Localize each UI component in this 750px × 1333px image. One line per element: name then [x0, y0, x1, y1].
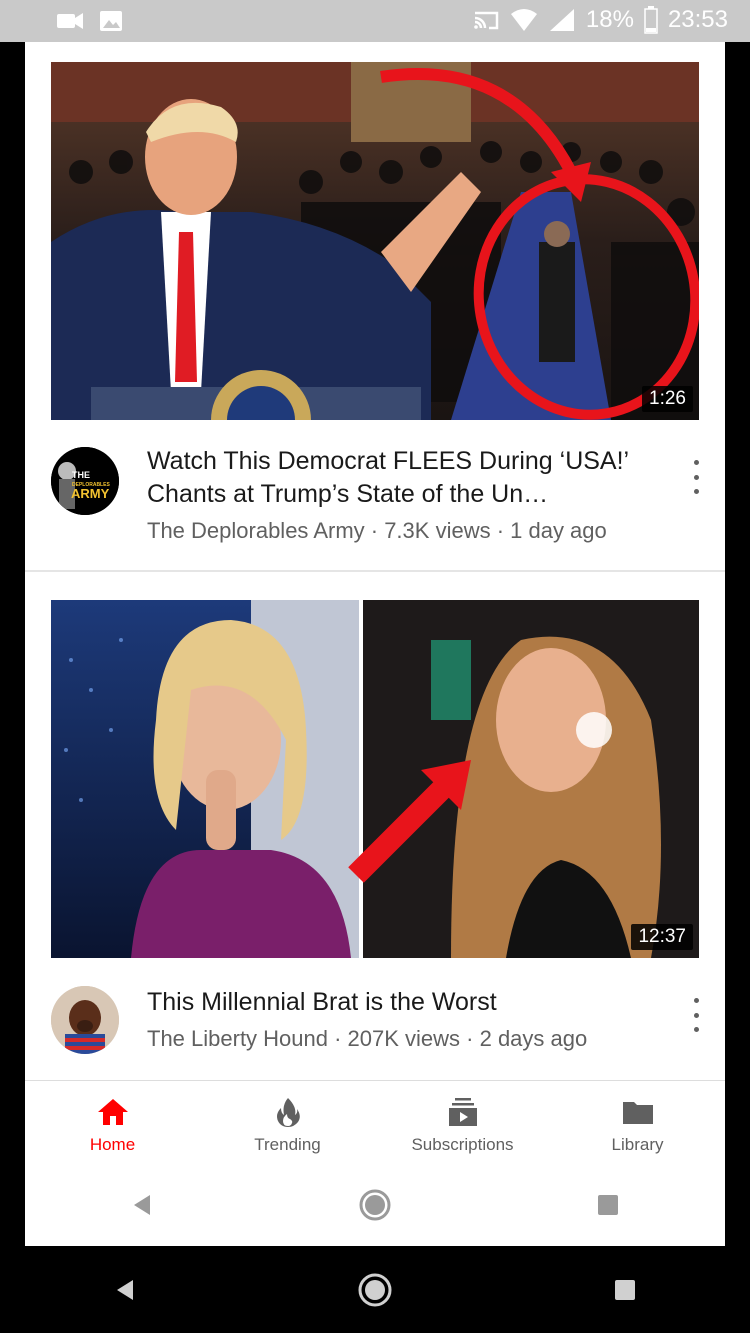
- bottom-navigation: Home Trending Subscriptions Library: [25, 1080, 725, 1166]
- thumbnail-image: [51, 62, 699, 420]
- app-screen: 1:26 THE DEPLORABLES ARMY Watch This Dem…: [25, 42, 725, 1246]
- recents-button[interactable]: [584, 1181, 632, 1229]
- dot-icon: [693, 489, 699, 494]
- nav-label-subscriptions: Subscriptions: [411, 1135, 514, 1154]
- dot-icon: [693, 1027, 699, 1032]
- flame-icon: [276, 1098, 300, 1127]
- nav-home[interactable]: Home: [25, 1081, 200, 1165]
- nav-label-library: Library: [611, 1135, 664, 1154]
- back-button[interactable]: [101, 1266, 149, 1314]
- back-icon: [117, 1279, 133, 1300]
- nav-library[interactable]: Library: [550, 1081, 725, 1165]
- subscriptions-icon: [448, 1098, 477, 1126]
- home-circle-icon: [358, 1273, 392, 1306]
- clock: 23:53: [667, 6, 728, 33]
- channel-avatar[interactable]: THE DEPLORABLES ARMY: [51, 447, 119, 515]
- recents-icon: [615, 1279, 635, 1300]
- thumbnail-image: [51, 600, 699, 958]
- avatar-image: [51, 986, 119, 1054]
- device-navigation-bar: [0, 1246, 750, 1333]
- video-title[interactable]: This Millennial Brat is the Worst: [147, 986, 652, 1020]
- video-meta: The Deplorables Army · 7.3K views · 1 da…: [147, 518, 607, 543]
- recents-icon: [598, 1195, 619, 1215]
- dot-icon: [693, 460, 699, 465]
- video-card[interactable]: 12:37 This Millennial Brat is the Worst …: [25, 572, 725, 1080]
- system-navigation-bar: [25, 1164, 725, 1246]
- video-card[interactable]: 1:26 THE DEPLORABLES ARMY Watch This Dem…: [25, 42, 725, 570]
- channel-avatar[interactable]: [51, 986, 119, 1054]
- avatar-text-the: THE: [72, 470, 90, 480]
- signal-icon: [549, 9, 574, 31]
- nav-trending[interactable]: Trending: [200, 1081, 375, 1165]
- cast-icon: [474, 11, 499, 30]
- avatar-image: THE DEPLORABLES ARMY: [51, 447, 119, 515]
- more-options-button[interactable]: [689, 460, 703, 494]
- back-icon: [133, 1195, 150, 1215]
- video-camera-icon: [57, 13, 83, 29]
- video-title[interactable]: Watch This Democrat FLEES During ‘USA!’ …: [147, 445, 652, 511]
- video-thumbnail[interactable]: 12:37: [51, 600, 699, 958]
- nav-subscriptions[interactable]: Subscriptions: [375, 1081, 550, 1165]
- home-circle-icon: [359, 1189, 391, 1221]
- battery-percent: 18%: [585, 6, 634, 33]
- avatar-text-army: ARMY: [71, 486, 110, 501]
- battery-icon: [644, 6, 658, 34]
- dot-icon: [693, 998, 699, 1003]
- video-duration: 1:26: [642, 386, 693, 412]
- image-icon: [100, 11, 122, 31]
- wifi-icon: [510, 9, 537, 31]
- home-system-button[interactable]: [351, 1266, 399, 1314]
- nav-label-home: Home: [89, 1135, 136, 1154]
- dot-icon: [693, 474, 699, 480]
- nav-label-trending: Trending: [254, 1135, 321, 1154]
- folder-icon: [622, 1102, 653, 1124]
- more-options-button[interactable]: [689, 998, 703, 1032]
- video-duration: 12:37: [631, 924, 693, 950]
- recents-button[interactable]: [601, 1266, 649, 1314]
- status-bar: 18% 23:53: [0, 0, 750, 42]
- home-icon: [97, 1099, 128, 1125]
- back-button[interactable]: [118, 1181, 166, 1229]
- dot-icon: [693, 1012, 699, 1018]
- video-thumbnail[interactable]: 1:26: [51, 62, 699, 420]
- video-meta: The Liberty Hound · 207K views · 2 days …: [147, 1026, 588, 1051]
- home-system-button[interactable]: [351, 1181, 399, 1229]
